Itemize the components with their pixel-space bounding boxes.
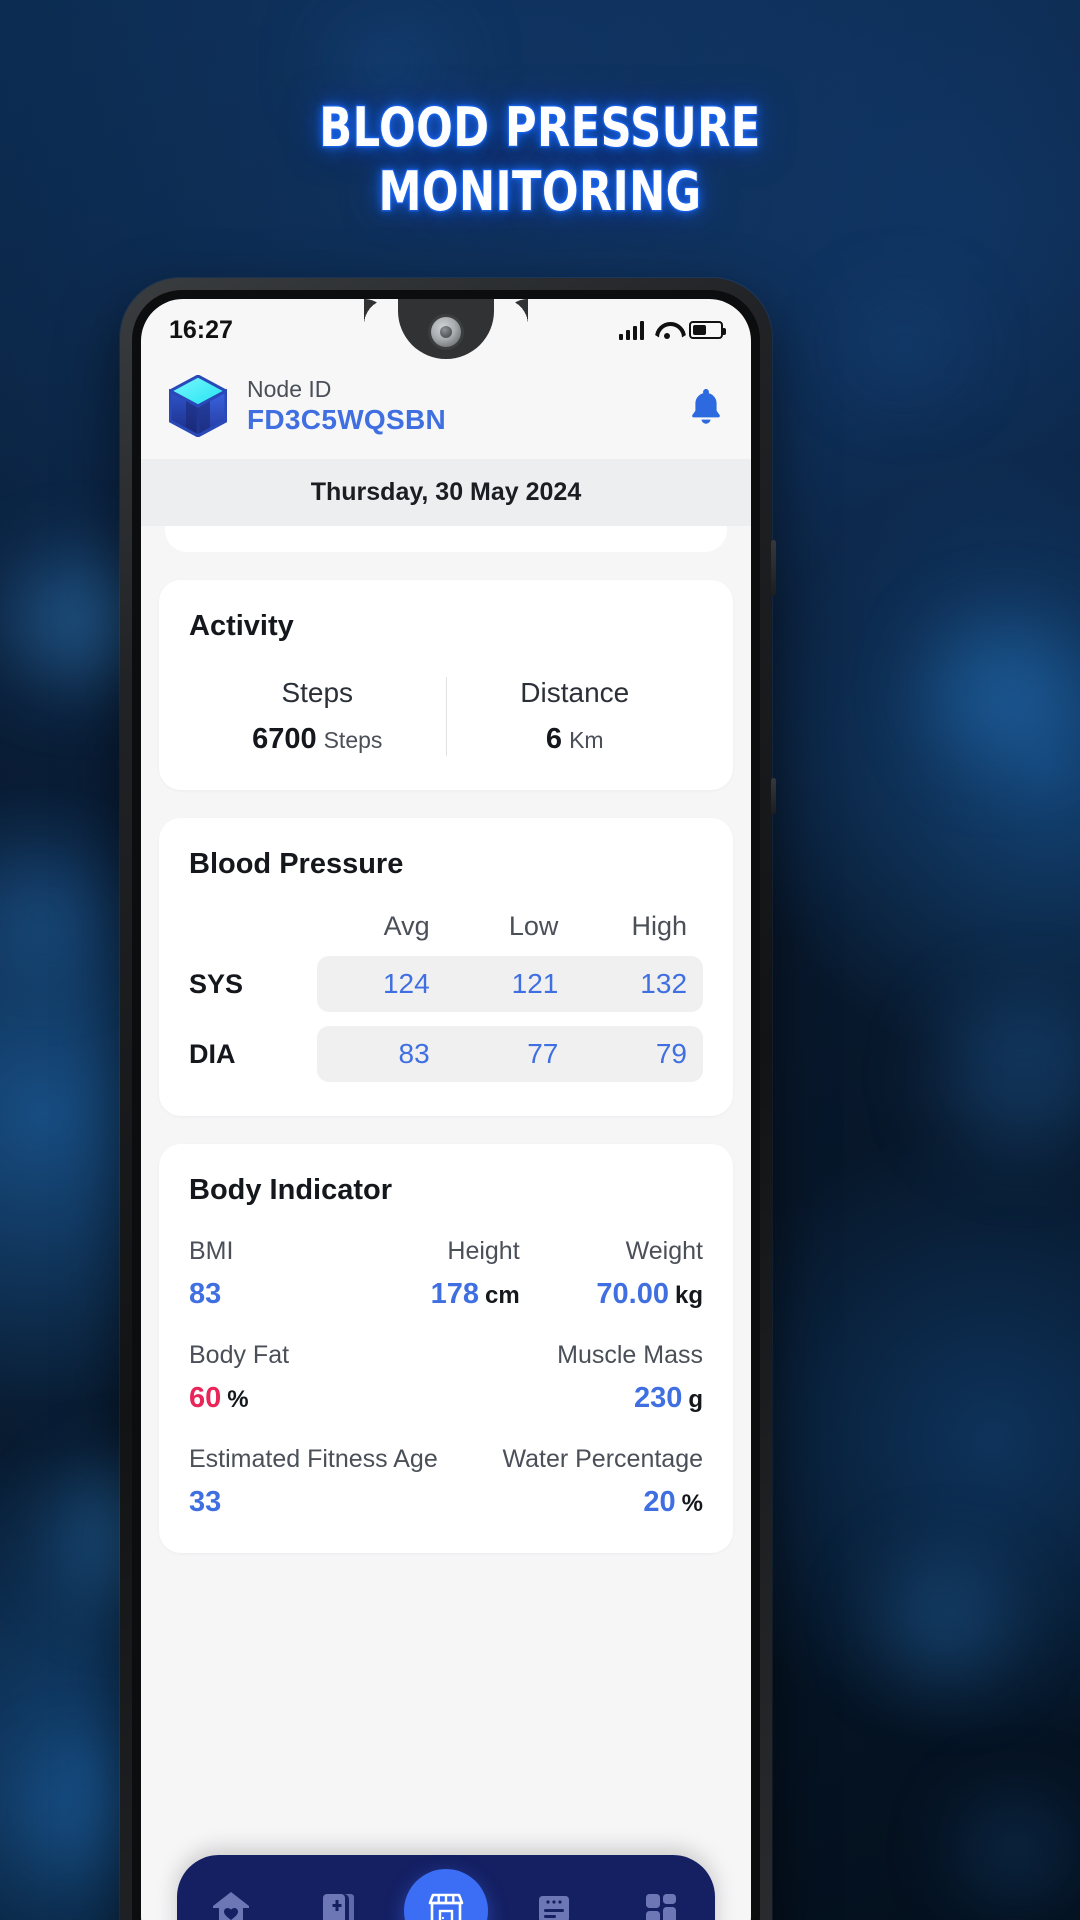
muscle-mass-label: Muscle Mass: [557, 1341, 703, 1369]
metric-bmi: BMI 83: [189, 1237, 354, 1311]
bmi-value: 83: [189, 1278, 222, 1310]
fitness-age-value: 33: [189, 1486, 222, 1518]
height-unit: cm: [484, 1282, 520, 1309]
body-indicator-card-title: Body Indicator: [189, 1174, 393, 1206]
date-bar: Thursday, 30 May 2024: [141, 459, 751, 526]
dia-high: 79: [655, 1038, 688, 1069]
body-indicator-row-2: Body Fat 60% Muscle Mass 230 g: [189, 1341, 703, 1415]
activity-card-title: Activity: [189, 610, 294, 642]
column-header-avg: Avg: [383, 911, 430, 941]
dashboard-scroll-area[interactable]: Activity Steps 6700 Steps Distance 6 Km …: [141, 526, 751, 1920]
column-header-low: Low: [508, 911, 559, 941]
distance-label: Distance: [520, 677, 630, 708]
wifi-icon: [655, 321, 678, 339]
nav-item-home[interactable]: [189, 1869, 273, 1920]
sys-avg: 124: [382, 968, 430, 999]
bell-icon[interactable]: [689, 387, 723, 425]
grid-apps-icon: [639, 1887, 683, 1920]
status-time: 16:27: [169, 315, 233, 344]
body-indicator-card: Body Indicator BMI 83 Height 178 cm Weig…: [159, 1144, 733, 1553]
nav-item-store[interactable]: [403, 1869, 488, 1920]
headline-line-2: MONITORING: [377, 159, 702, 225]
sys-low: 121: [511, 968, 559, 999]
headline-line-1: BLOOD PRESSURE: [318, 95, 761, 161]
steps-value: 6700: [252, 723, 317, 755]
height-value: 178: [430, 1278, 479, 1310]
blood-pressure-card-title: Blood Pressure: [189, 848, 404, 880]
activity-card: Activity Steps 6700 Steps Distance 6 Km: [159, 580, 733, 790]
activity-metric-steps: Steps 6700 Steps: [189, 677, 446, 756]
battery-icon: [689, 321, 726, 339]
body-fat-label: Body Fat: [189, 1341, 290, 1369]
steps-label: Steps: [281, 677, 354, 708]
distance-unit: Km: [569, 727, 604, 753]
fitness-age-label: Estimated Fitness Age: [189, 1445, 438, 1473]
body-indicator-row-1: BMI 83 Height 178 cm Weight 70.00 kg: [189, 1237, 703, 1311]
app-header: Node ID FD3C5WQSBN: [141, 361, 751, 459]
node-id-value[interactable]: FD3C5WQSBN: [247, 403, 689, 437]
phone-mockup: 16:27 Node ID FD3C5WQSBN Thursday, 30 Ma…: [120, 278, 776, 1920]
store-icon: [424, 1887, 468, 1920]
water-percentage-unit: %: [681, 1490, 703, 1517]
phone-screen: 16:27 Node ID FD3C5WQSBN Thursday, 30 Ma…: [141, 299, 751, 1920]
distance-value: 6: [545, 723, 563, 755]
muscle-mass-value: 230: [633, 1382, 683, 1414]
water-percentage-label: Water Percentage: [502, 1445, 703, 1473]
bmi-label: BMI: [189, 1237, 234, 1265]
row-label-dia: DIA: [189, 1038, 236, 1069]
node-id-label: Node ID: [247, 376, 332, 402]
body-indicator-row-3: Estimated Fitness Age 33 Water Percentag…: [189, 1445, 703, 1519]
phone-side-button-lower[interactable]: [771, 778, 776, 814]
sys-high: 132: [640, 968, 688, 999]
metric-body-fat: Body Fat 60%: [189, 1341, 446, 1415]
metric-water-percentage: Water Percentage 20%: [446, 1445, 703, 1519]
column-header-high: High: [631, 911, 688, 941]
table-row: DIA 83 77 79: [189, 1026, 703, 1082]
home-heart-icon: [209, 1887, 253, 1920]
medical-kit-icon: [316, 1887, 360, 1920]
signal-bars-icon: [618, 320, 644, 340]
blood-pressure-card: Blood Pressure Avg Low High SYS 124 121 …: [159, 818, 733, 1116]
status-bar: 16:27: [141, 299, 751, 361]
metric-weight: Weight 70.00 kg: [538, 1237, 703, 1311]
nav-item-medical-records[interactable]: [296, 1869, 380, 1920]
nav-item-apps[interactable]: [619, 1869, 703, 1920]
poster-headline: BLOOD PRESSURE MONITORING: [108, 95, 972, 225]
dia-low: 77: [527, 1038, 559, 1069]
height-label: Height: [447, 1237, 520, 1265]
bottom-navigation-bar: [177, 1855, 715, 1920]
body-fat-unit: %: [227, 1386, 249, 1413]
weight-label: Weight: [625, 1237, 703, 1265]
dia-avg: 83: [398, 1038, 430, 1069]
row-label-sys: SYS: [189, 968, 244, 999]
metric-fitness-age: Estimated Fitness Age 33: [189, 1445, 446, 1519]
weight-unit: kg: [674, 1282, 703, 1309]
weight-value: 70.00: [596, 1278, 669, 1310]
table-row: SYS 124 121 132: [189, 956, 703, 1012]
activity-metric-distance: Distance 6 Km: [445, 677, 704, 756]
blood-pressure-column-headers: Avg Low High: [189, 911, 703, 942]
nav-item-news[interactable]: [512, 1869, 596, 1920]
browser-card-icon: [532, 1887, 576, 1920]
metric-height: Height 178 cm: [354, 1237, 537, 1311]
metric-muscle-mass: Muscle Mass 230 g: [446, 1341, 703, 1415]
body-fat-value: 60: [189, 1382, 222, 1414]
steps-unit: Steps: [323, 727, 383, 753]
muscle-mass-unit: g: [688, 1386, 703, 1413]
partially-scrolled-card[interactable]: [165, 526, 727, 552]
phone-side-button-upper[interactable]: [771, 540, 776, 596]
cube-logo-icon: [166, 374, 230, 439]
water-percentage-value: 20: [643, 1486, 676, 1518]
